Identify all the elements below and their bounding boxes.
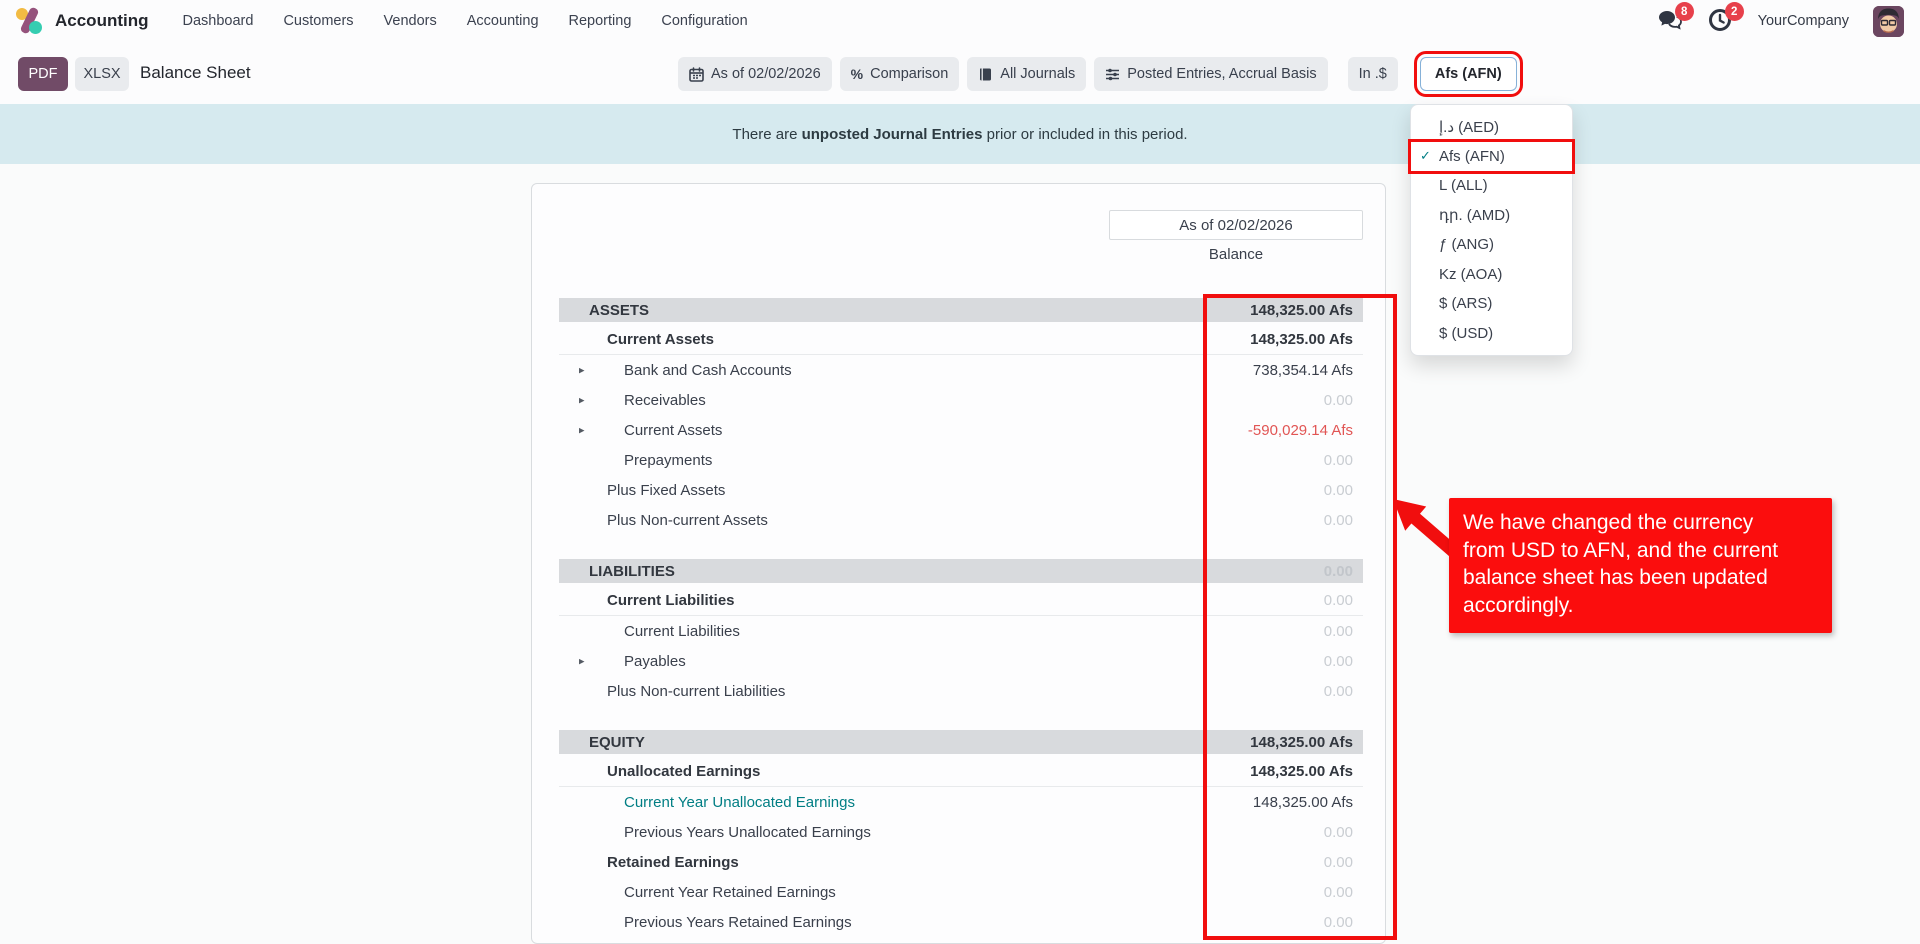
user-avatar[interactable] — [1873, 6, 1904, 37]
expand-caret-icon[interactable]: ▸ — [579, 424, 585, 437]
report-row-prepayments[interactable]: Prepayments0.00 — [559, 445, 1363, 475]
date-filter-button[interactable]: As of 02/02/2026 — [678, 57, 832, 91]
in-dollar-filter-button[interactable]: In .$ — [1348, 57, 1398, 91]
unposted-entries-banner: There are unposted Journal Entries prior… — [0, 104, 1920, 164]
control-panel: PDF XLSX Balance Sheet As of 02/02/2026 … — [0, 42, 1920, 104]
menu-reporting[interactable]: Reporting — [569, 13, 632, 29]
company-name[interactable]: YourCompany — [1758, 13, 1849, 29]
currency-filter-button[interactable]: Afs (AFN) — [1420, 57, 1517, 91]
top-navbar: Accounting Dashboard Customers Vendors A… — [0, 0, 1920, 42]
currency-option-amd[interactable]: դր. (AMD) — [1411, 201, 1572, 231]
in-dollar-filter-label: In .$ — [1359, 66, 1387, 82]
report-row-non-current-assets[interactable]: Plus Non-current Assets0.00 — [559, 505, 1363, 535]
currency-option-ars[interactable]: $ (ARS) — [1411, 289, 1572, 319]
balance-column-label: Balance — [1109, 246, 1363, 263]
report-row-liabilities[interactable]: LIABILITIES0.00 — [559, 559, 1363, 583]
report-row-equity[interactable]: EQUITY148,325.00 Afs — [559, 730, 1363, 754]
app-name: Accounting — [55, 11, 149, 31]
column-date-header[interactable]: As of 02/02/2026 — [1109, 210, 1363, 240]
options-filter-label: Posted Entries, Accrual Basis — [1127, 66, 1316, 82]
balance-sheet-table: ASSETS148,325.00 Afs Current Assets148,3… — [559, 295, 1363, 937]
report-row-retained-earnings[interactable]: Retained Earnings0.00 — [559, 847, 1363, 877]
expand-caret-icon[interactable]: ▸ — [579, 394, 585, 407]
banner-text: There are unposted Journal Entries prior… — [732, 126, 1187, 143]
report-row-current-assets-detail[interactable]: ▸Current Assets-590,029.14 Afs — [559, 415, 1363, 445]
report-row-fixed-assets[interactable]: Plus Fixed Assets0.00 — [559, 475, 1363, 505]
report-row-py-retained-earnings[interactable]: Previous Years Retained Earnings0.00 — [559, 907, 1363, 937]
comparison-filter-label: Comparison — [870, 66, 948, 82]
xlsx-button[interactable]: XLSX — [75, 57, 129, 91]
messages-badge: 8 — [1675, 2, 1694, 21]
currency-option-aed[interactable]: د.إ (AED) — [1411, 112, 1572, 142]
current-year-unallocated-earnings-link[interactable]: Current Year Unallocated Earnings — [559, 794, 1123, 811]
report-row-current-liabilities[interactable]: Current Liabilities0.00 — [559, 586, 1363, 616]
currency-option-usd[interactable]: $ (USD) — [1411, 319, 1572, 349]
balance-sheet-card: As of 02/02/2026 Balance ASSETS148,325.0… — [531, 183, 1386, 944]
report-row-current-liabilities-detail[interactable]: Current Liabilities0.00 — [559, 616, 1363, 646]
currency-option-all[interactable]: L (ALL) — [1411, 171, 1572, 201]
systray: 8 2 YourCompany — [1658, 6, 1904, 37]
annotation-currency-callout: We have changed the currency from USD to… — [1449, 498, 1832, 633]
currency-option-aoa[interactable]: Kz (AOA) — [1411, 260, 1572, 290]
menu-configuration[interactable]: Configuration — [661, 13, 747, 29]
report-row-unallocated-earnings[interactable]: Unallocated Earnings148,325.00 Afs — [559, 757, 1363, 787]
comparison-filter-button[interactable]: % Comparison — [840, 57, 960, 91]
report-row-payables[interactable]: ▸Payables0.00 — [559, 646, 1363, 676]
date-filter-label: As of 02/02/2026 — [711, 66, 821, 82]
currency-option-afn[interactable]: ✓Afs (AFN) — [1411, 142, 1572, 172]
journal-book-icon — [978, 67, 993, 82]
percent-icon: % — [851, 66, 863, 82]
report-row-receivables[interactable]: ▸Receivables0.00 — [559, 385, 1363, 415]
check-icon: ✓ — [1420, 148, 1431, 164]
activities-icon[interactable]: 2 — [1708, 8, 1734, 34]
report-row-py-unallocated-earnings[interactable]: Previous Years Unallocated Earnings0.00 — [559, 817, 1363, 847]
messages-icon[interactable]: 8 — [1658, 8, 1684, 34]
section-gap — [559, 706, 1363, 727]
options-filter-button[interactable]: Posted Entries, Accrual Basis — [1094, 57, 1327, 91]
journals-filter-button[interactable]: All Journals — [967, 57, 1086, 91]
main-menu: Dashboard Customers Vendors Accounting R… — [183, 13, 748, 29]
currency-dropdown: د.إ (AED) ✓Afs (AFN) L (ALL) դր. (AMD) ƒ… — [1410, 104, 1573, 356]
menu-vendors[interactable]: Vendors — [384, 13, 437, 29]
expand-caret-icon[interactable]: ▸ — [579, 655, 585, 668]
report-row-bank-cash[interactable]: ▸Bank and Cash Accounts738,354.14 Afs — [559, 355, 1363, 385]
currency-option-ang[interactable]: ƒ (ANG) — [1411, 230, 1572, 260]
sliders-icon — [1105, 67, 1120, 82]
menu-accounting[interactable]: Accounting — [467, 13, 539, 29]
report-row-assets[interactable]: ASSETS148,325.00 Afs — [559, 298, 1363, 322]
filter-bar: As of 02/02/2026 % Comparison All Journa… — [678, 57, 1517, 91]
screen: Accounting Dashboard Customers Vendors A… — [0, 0, 1920, 944]
report-row-cy-retained-earnings[interactable]: Current Year Retained Earnings0.00 — [559, 877, 1363, 907]
activities-badge: 2 — [1725, 2, 1744, 21]
section-gap — [559, 535, 1363, 556]
report-row-non-current-liabilities[interactable]: Plus Non-current Liabilities0.00 — [559, 676, 1363, 706]
calendar-icon — [689, 67, 704, 82]
report-row-current-assets[interactable]: Current Assets148,325.00 Afs — [559, 325, 1363, 355]
expand-caret-icon[interactable]: ▸ — [579, 364, 585, 377]
menu-dashboard[interactable]: Dashboard — [183, 13, 254, 29]
report-row-cy-unallocated-earnings[interactable]: Current Year Unallocated Earnings148,325… — [559, 787, 1363, 817]
page-title: Balance Sheet — [140, 63, 251, 83]
pdf-button[interactable]: PDF — [18, 57, 68, 91]
odoo-accounting-logo-icon — [16, 7, 43, 35]
journals-filter-label: All Journals — [1000, 66, 1075, 82]
menu-customers[interactable]: Customers — [283, 13, 353, 29]
